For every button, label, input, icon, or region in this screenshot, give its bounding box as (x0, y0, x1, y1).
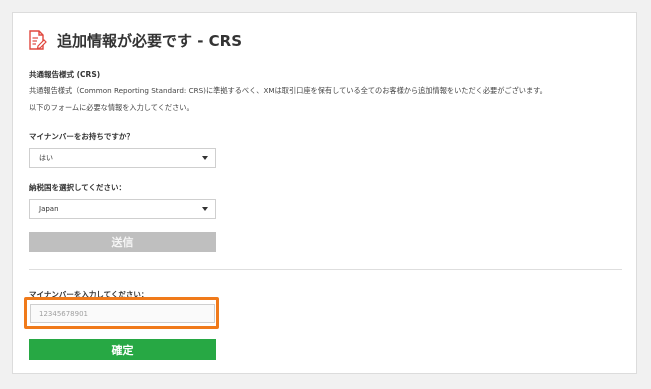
page-title: 追加情報が必要です - CRS (57, 31, 243, 50)
tax-country-select[interactable]: Japan (29, 199, 216, 219)
chevron-down-icon (202, 207, 208, 211)
chevron-down-icon (202, 156, 208, 160)
title-row: 追加情報が必要です - CRS (27, 27, 242, 53)
tax-country-label: 納税国を選択してください： (29, 183, 127, 192)
form-instruction: 以下のフォームに必要な情報を入力してください。 (29, 103, 194, 112)
crs-description: 共通報告様式（Common Reporting Standard: CRS)に準… (29, 86, 547, 95)
submit-button[interactable]: 送信 (29, 232, 216, 252)
crs-form-card: 追加情報が必要です - CRS 共通報告様式 (CRS) 共通報告様式（Comm… (12, 12, 637, 374)
mynumber-select-value: はい (39, 154, 53, 162)
crs-heading: 共通報告様式 (CRS) (29, 70, 101, 79)
tax-country-select-value: Japan (39, 205, 59, 213)
mynumber-question-label: マイナンバーをお持ちですか？ (29, 132, 134, 141)
confirm-button[interactable]: 確定 (29, 339, 216, 360)
section-divider (29, 269, 622, 270)
mynumber-input[interactable] (30, 304, 215, 323)
document-edit-icon (27, 29, 47, 51)
mynumber-select[interactable]: はい (29, 148, 216, 168)
